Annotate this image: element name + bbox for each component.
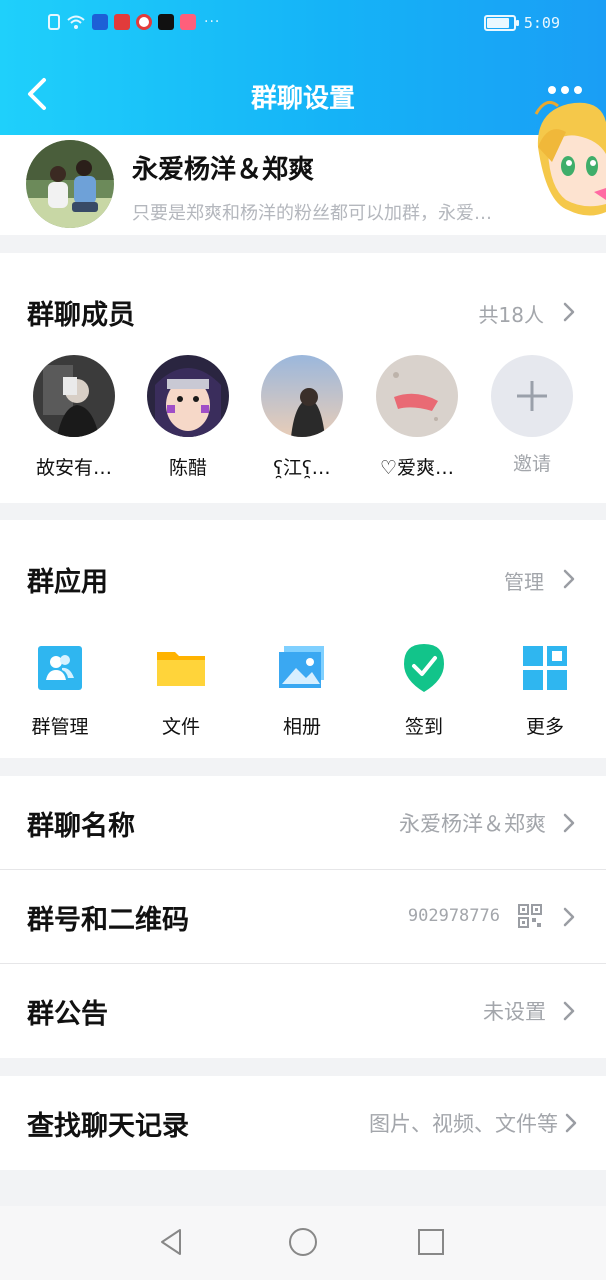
- member-avatar: [33, 355, 115, 437]
- app-album[interactable]: 相册: [257, 642, 347, 739]
- calendar-app-icon: [180, 14, 196, 30]
- members-chevron-icon[interactable]: [562, 301, 576, 323]
- member-name: 陈醋: [168, 457, 207, 479]
- member-avatar: [376, 355, 458, 437]
- shield-app-icon: [92, 14, 108, 30]
- chevron-right-icon: [563, 907, 575, 927]
- group-info-card[interactable]: 永爱杨洋＆郑爽 只要是郑爽和杨洋的粉丝都可以加群，永爱…: [0, 135, 606, 235]
- music-app-icon: [136, 14, 152, 30]
- group-id-label: 群号和二维码: [27, 905, 189, 936]
- member-item[interactable]: ♡爱爽…: [372, 355, 462, 480]
- group-avatar: [26, 140, 114, 228]
- app-group-manage[interactable]: 群管理: [15, 642, 105, 739]
- group-id-value: 902978776: [407, 906, 500, 926]
- group-name: 永爱杨洋＆郑爽: [132, 155, 315, 185]
- app-label: 签到: [404, 716, 443, 738]
- member-name: ʕ̯江ʕ̯…: [273, 457, 331, 479]
- search-history-label: 查找聊天记录: [27, 1111, 189, 1142]
- chevron-right-icon: [563, 813, 575, 833]
- members-count[interactable]: 共18人: [479, 299, 544, 328]
- more-apps-icon: [523, 646, 567, 690]
- members-title: 群聊成员: [27, 300, 135, 331]
- nav-home-icon[interactable]: [287, 1226, 319, 1258]
- app-label: 文件: [161, 716, 200, 738]
- nav-recents-icon[interactable]: [415, 1226, 447, 1258]
- group-name-label: 群聊名称: [27, 811, 135, 842]
- app-more[interactable]: 更多: [500, 642, 590, 739]
- sim-alert-icon: [48, 14, 60, 30]
- members-section: 群聊成员 共18人 故安有… 陈醋 ʕ̯江ʕ̯… ♡爱爽… 邀请: [0, 253, 606, 503]
- app-files[interactable]: 文件: [136, 642, 226, 739]
- status-right: 5:09: [483, 14, 560, 32]
- row-group-name[interactable]: 群聊名称 永爱杨洋＆郑爽: [0, 776, 606, 870]
- member-item[interactable]: 陈醋: [143, 355, 233, 480]
- member-item[interactable]: ʕ̯江ʕ̯…: [257, 355, 347, 480]
- row-announcement[interactable]: 群公告 未设置: [0, 964, 606, 1058]
- member-name: ♡爱爽…: [379, 457, 455, 479]
- status-bar: ··· 5:09: [0, 0, 606, 52]
- reader-app-icon: [114, 14, 130, 30]
- member-name: 故安有…: [35, 457, 112, 479]
- clock: 5:09: [523, 14, 560, 32]
- apps-manage-link[interactable]: 管理: [504, 566, 544, 595]
- plus-icon: [517, 381, 547, 411]
- announcement-value: 未设置: [483, 1000, 546, 1024]
- qr-code-icon: [518, 904, 542, 928]
- status-icons: ···: [48, 14, 220, 30]
- status-more-dots: ···: [204, 14, 221, 30]
- tiktok-icon: [158, 14, 174, 30]
- member-item[interactable]: 故安有…: [29, 355, 119, 480]
- page-title: 群聊设置: [250, 84, 355, 114]
- chevron-right-icon: [565, 1113, 577, 1133]
- invite-label: 邀请: [512, 453, 551, 475]
- wifi-icon: [67, 15, 85, 29]
- app-check-in[interactable]: 签到: [379, 642, 469, 739]
- group-manage-icon: [38, 646, 82, 690]
- app-label: 相册: [282, 716, 321, 738]
- top-header: ··· 5:09 群聊设置: [0, 0, 606, 135]
- nav-back-icon[interactable]: [156, 1226, 188, 1258]
- member-avatar: [261, 355, 343, 437]
- group-description: 只要是郑爽和杨洋的粉丝都可以加群，永爱…: [132, 203, 492, 224]
- photo-album-icon: [279, 646, 324, 688]
- invite-avatar: [491, 355, 573, 437]
- chevron-right-icon: [563, 1001, 575, 1021]
- check-in-icon: [404, 644, 444, 692]
- group-apps-section: 群应用 管理 群管理 文件 相册 签到 更多: [0, 520, 606, 758]
- row-search-history[interactable]: 查找聊天记录 图片、视频、文件等: [0, 1076, 606, 1170]
- folder-icon: [157, 652, 205, 686]
- app-label: 群管理: [31, 716, 89, 738]
- announcement-label: 群公告: [27, 999, 108, 1030]
- group-name-value: 永爱杨洋＆郑爽: [399, 812, 546, 836]
- search-history-value: 图片、视频、文件等: [369, 1112, 558, 1136]
- mascot-sticker: [534, 100, 606, 216]
- apps-title: 群应用: [27, 567, 108, 598]
- battery-icon: [483, 15, 519, 31]
- member-avatar: [147, 355, 229, 437]
- invite-member-button[interactable]: 邀请: [487, 355, 577, 476]
- row-group-id-qr[interactable]: 群号和二维码 902978776: [0, 870, 606, 964]
- apps-chevron-icon[interactable]: [562, 568, 576, 590]
- app-label: 更多: [525, 716, 564, 738]
- system-nav-bar: [0, 1206, 606, 1280]
